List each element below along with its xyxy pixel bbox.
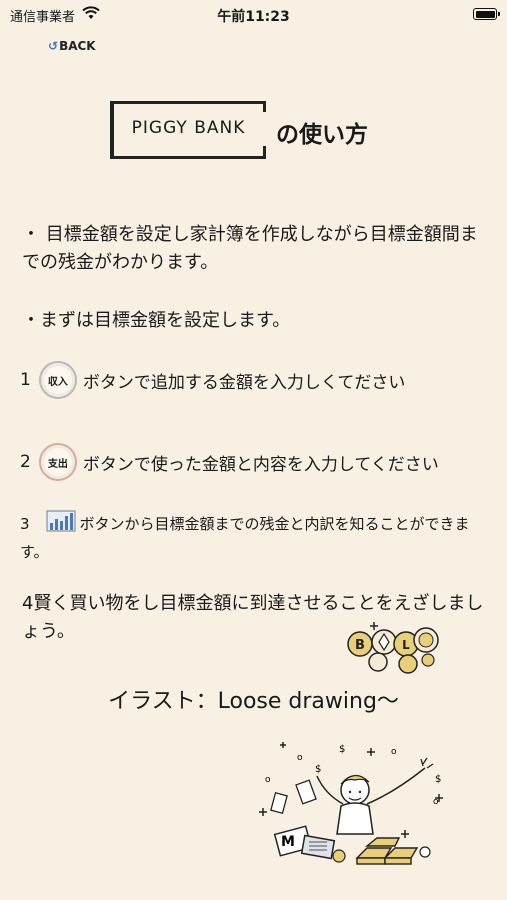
step-2-text: ボタンで使った金額と内容を入力してください [82,454,439,475]
svg-text:M: M [281,834,295,850]
step-1-text: ボタンで追加する金額を入力しくてださい [82,372,406,393]
piggy-bank-logo: PIGGY BANK [110,101,267,159]
step-3-text: ボタンから目標金額までの残金と内訳を知ることができます。 [20,515,470,561]
svg-text:o: o [297,753,303,763]
back-button[interactable]: ↺ BACK [48,39,96,53]
svg-text:o: o [433,797,439,807]
svg-text:$: $ [339,744,345,755]
page-title: の使い方 [276,122,368,148]
step-3: 3 ボタンから目標金額までの残金と内訳を知ることができます。 [20,510,490,565]
expense-coin-icon: 支出 [38,443,77,481]
logo-text: PIGGY BANK [131,118,246,138]
step-2: 2 支出 ボタンで使った金額と内容を入力してください [20,443,439,481]
person-with-money-illustration: $ o $ $ o o o M [255,738,455,882]
svg-text:$: $ [315,764,321,775]
first-step-text: ・まずは目標金額を設定します。 [22,310,291,331]
battery-icon [473,8,500,20]
step-1: 1 収入 ボタンで追加する金額を入力しくてださい [20,361,405,399]
coins-illustration: B L [342,618,442,680]
svg-text:$: $ [435,774,441,785]
status-bar: 通信事業者 午前11:23 [0,0,507,30]
bar-chart-icon [46,510,76,540]
svg-text:L: L [402,638,410,652]
status-clock: 午前11:23 [217,9,290,25]
intro-text: ・ 目標金額を設定し家計簿を作成しながら目標金額間までの残金がわかります。 [22,224,478,273]
svg-text:B: B [355,638,365,653]
step-1-number: 1 [20,370,31,390]
step-3-number: 3 [20,515,30,533]
step-2-number: 2 [20,452,31,472]
svg-text:o: o [391,747,397,757]
back-arrow-icon: ↺ [48,39,59,53]
income-coin-icon: 収入 [38,361,77,399]
svg-text:o: o [265,775,271,785]
illustration-credit: イラスト：Loose drawing〜 [108,689,399,714]
back-label: BACK [59,39,96,53]
